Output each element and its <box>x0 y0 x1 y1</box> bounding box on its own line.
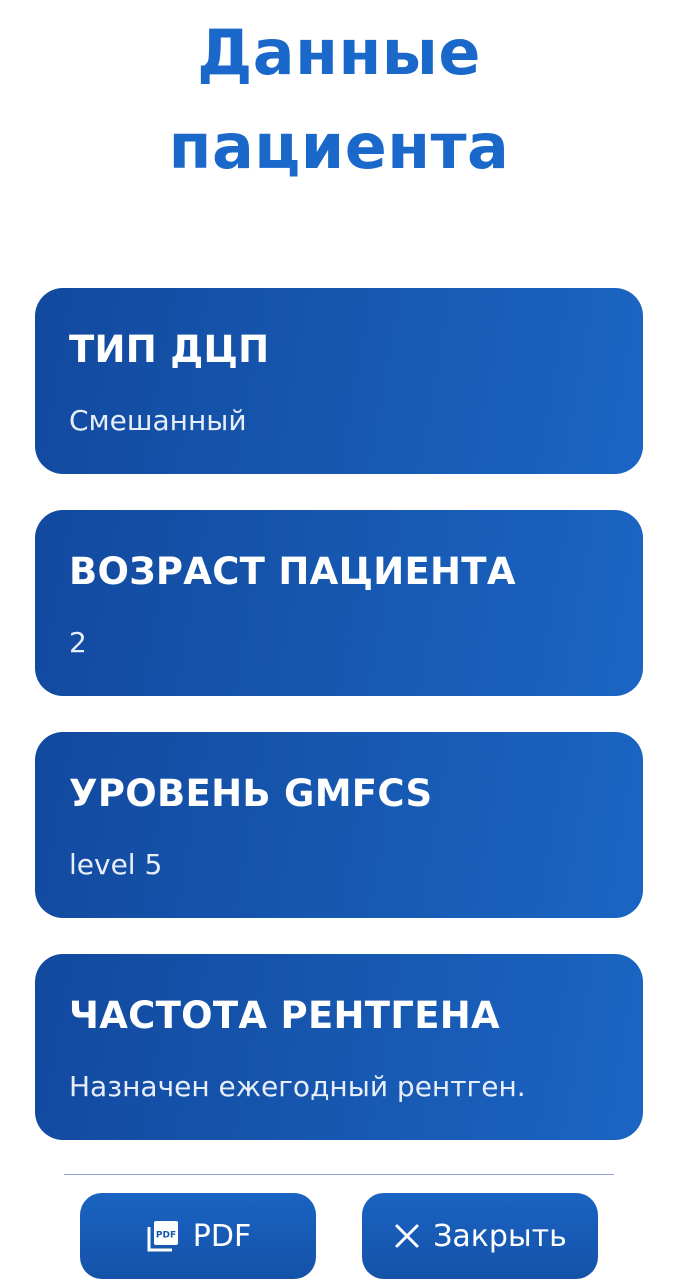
footer-divider <box>64 1174 614 1175</box>
patient-age-value: 2 <box>69 626 87 659</box>
cp-type-value: Смешанный <box>69 404 247 437</box>
pdf-button[interactable]: PDF PDF <box>80 1193 316 1279</box>
gmfcs-level-value: level 5 <box>69 848 163 881</box>
xray-frequency-card: ЧАСТОТА РЕНТГЕНА Назначен ежегодный рент… <box>35 954 643 1140</box>
svg-text:PDF: PDF <box>156 1231 176 1241</box>
pdf-button-label: PDF <box>192 1218 252 1254</box>
page-title: Данные пациента <box>0 6 678 194</box>
cp-type-card: ТИП ДЦП Смешанный <box>35 288 643 474</box>
xray-frequency-label: ЧАСТОТА РЕНТГЕНА <box>69 994 500 1037</box>
patient-age-card: ВОЗРАСТ ПАЦИЕНТА 2 <box>35 510 643 696</box>
gmfcs-level-card: УРОВЕНЬ GMFCS level 5 <box>35 732 643 918</box>
page-title-line-2: пациента <box>168 110 510 183</box>
cp-type-label: ТИП ДЦП <box>69 328 270 371</box>
xray-frequency-value: Назначен ежегодный рентген. <box>69 1070 526 1103</box>
pdf-file-icon: PDF <box>145 1218 181 1254</box>
patient-age-label: ВОЗРАСТ ПАЦИЕНТА <box>69 550 516 593</box>
close-icon <box>393 1222 421 1250</box>
close-button[interactable]: Закрыть <box>362 1193 598 1279</box>
close-button-label: Закрыть <box>433 1218 567 1254</box>
page-title-line-1: Данные <box>197 16 481 89</box>
patient-data-screen: Данные пациента ТИП ДЦП Смешанный ВОЗРАС… <box>0 0 678 1280</box>
gmfcs-level-label: УРОВЕНЬ GMFCS <box>69 772 433 815</box>
